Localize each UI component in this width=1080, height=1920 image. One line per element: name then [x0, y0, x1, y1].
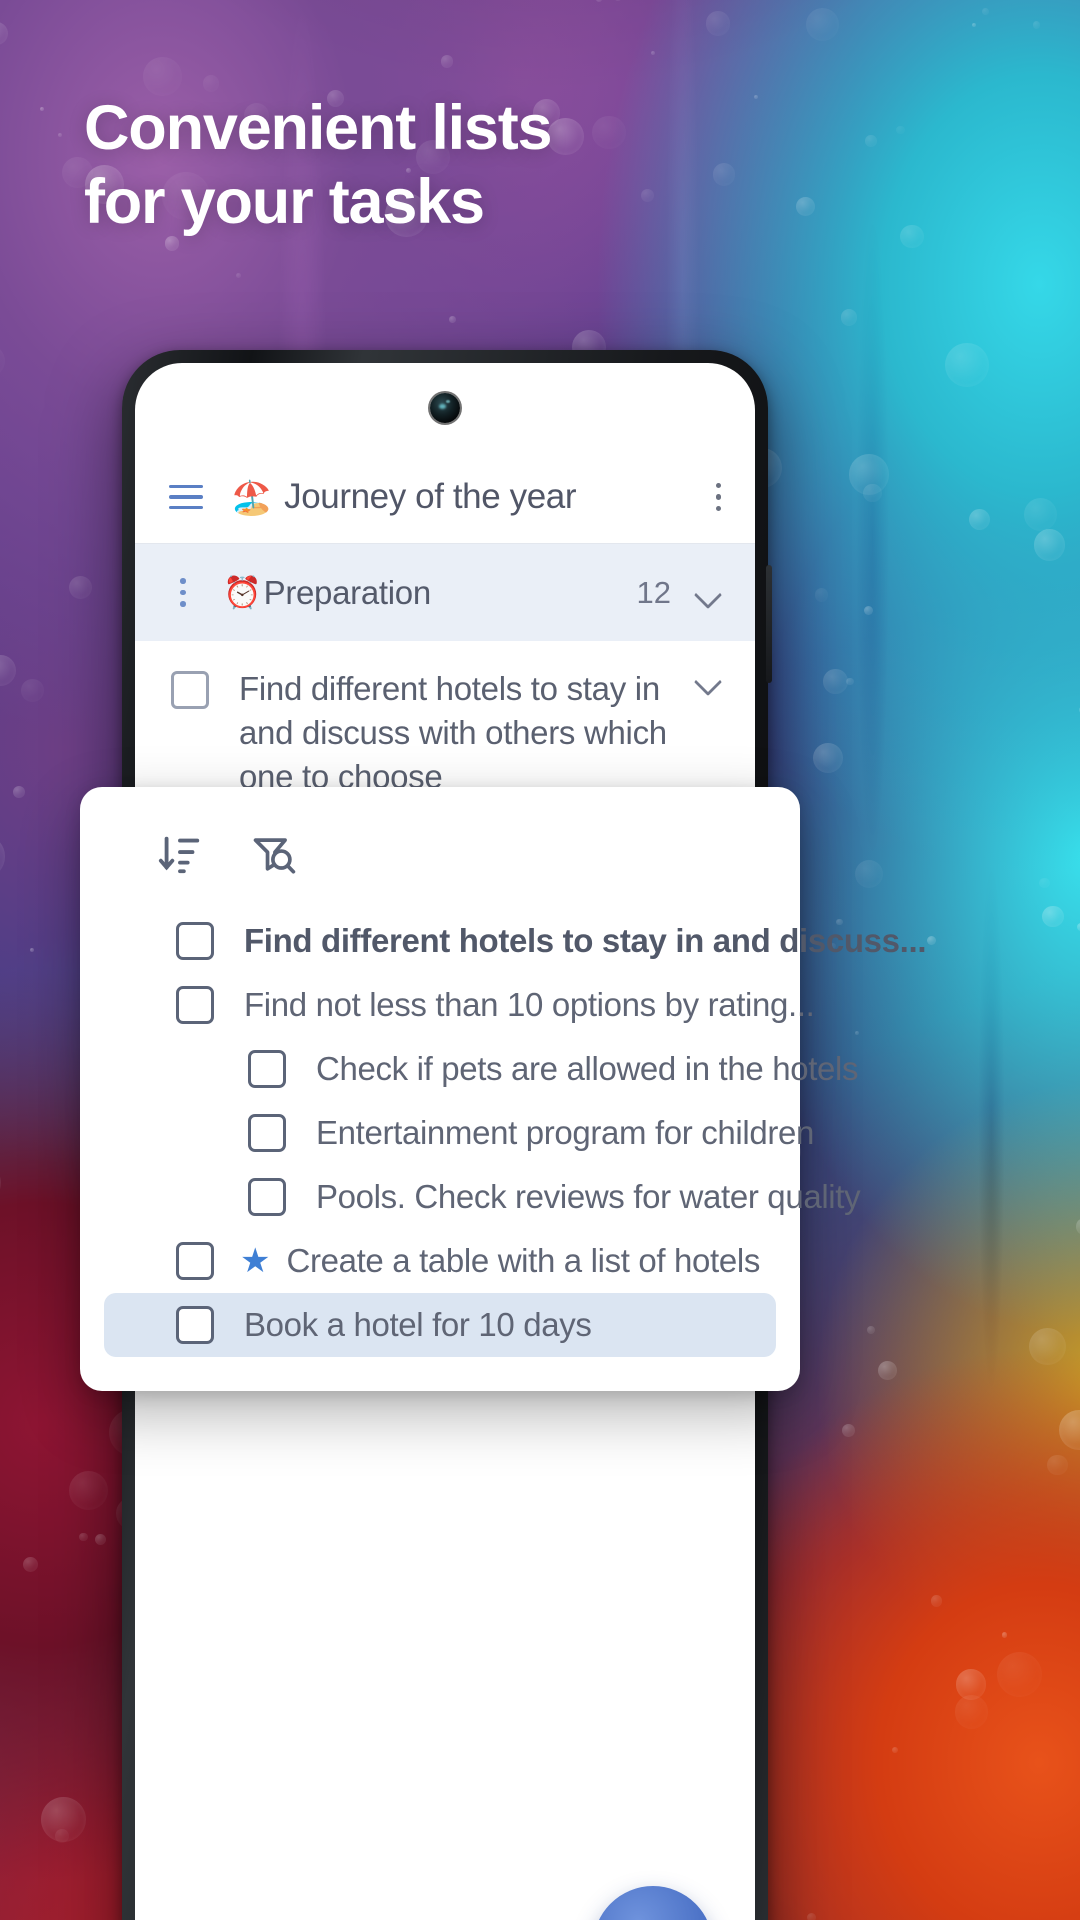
phone-side-button: [766, 565, 772, 683]
overlay-item-checkbox[interactable]: [176, 922, 214, 960]
overlay-item-label: Book a hotel for 10 days: [244, 1306, 592, 1343]
overlay-list-item[interactable]: Find different hotels to stay in and dis…: [104, 909, 927, 973]
overlay-list-item[interactable]: Book a hotel for 10 days: [104, 1293, 776, 1357]
beach-umbrella-icon: 🏖️: [231, 478, 273, 516]
overlay-item-checkbox[interactable]: [248, 1114, 286, 1152]
overlay-item-checkbox[interactable]: [248, 1050, 286, 1088]
app-title: Journey of the year: [284, 477, 577, 516]
sort-descending-icon[interactable]: [154, 828, 206, 880]
section-title: Preparation: [263, 573, 432, 611]
front-camera: [430, 393, 460, 423]
overlay-item-checkbox[interactable]: [248, 1178, 286, 1216]
kebab-menu-icon[interactable]: [715, 482, 721, 512]
overlay-item-checkbox[interactable]: [176, 1242, 214, 1280]
page-title: Convenient lists for your tasks: [84, 92, 553, 239]
add-task-fab[interactable]: [593, 1886, 713, 1920]
filter-search-icon[interactable]: [248, 828, 300, 880]
chevron-down-icon[interactable]: [695, 580, 721, 606]
section-count: 12: [636, 574, 671, 610]
task-detail-overlay-card: Find different hotels to stay in and dis…: [80, 787, 927, 1391]
headline-line-2: for your tasks: [84, 166, 485, 237]
overlay-item-label: Find not less than 10 options by rating.…: [244, 986, 815, 1023]
alarm-clock-icon: ⏰: [223, 575, 262, 610]
task-checkbox[interactable]: [171, 671, 209, 709]
task-expand-button[interactable]: [677, 667, 721, 800]
task-label: Find different hotels to stay in and dis…: [239, 670, 667, 796]
overlay-checklist: Find different hotels to stay in and dis…: [80, 909, 927, 1357]
overlay-item-label: Create a table with a list of hotels: [286, 1242, 760, 1279]
overlay-item-label: Check if pets are allowed in the hotels: [316, 1050, 859, 1087]
drag-handle-icon[interactable]: [169, 578, 197, 607]
overlay-item-checkbox[interactable]: [176, 1306, 214, 1344]
overlay-item-checkbox[interactable]: [176, 986, 214, 1024]
star-icon: ★: [240, 1242, 271, 1280]
overlay-item-label: Find different hotels to stay in and dis…: [244, 922, 927, 959]
chevron-down-icon: [695, 667, 721, 693]
overlay-list-item[interactable]: Find not less than 10 options by rating.…: [104, 973, 815, 1037]
section-header-preparation[interactable]: ⏰ Preparation 12: [135, 543, 755, 641]
overlay-item-label: Entertainment program for children: [316, 1114, 815, 1151]
overlay-list-item[interactable]: Pools. Check reviews for water quality: [104, 1165, 861, 1229]
app-header: 🏖️ Journey of the year: [135, 451, 755, 543]
overlay-list-item[interactable]: Check if pets are allowed in the hotels: [104, 1037, 859, 1101]
overlay-list-item[interactable]: ★ Create a table with a list of hotels: [104, 1229, 776, 1293]
hamburger-menu-icon[interactable]: [169, 484, 203, 510]
headline-line-1: Convenient lists: [84, 93, 553, 163]
overlay-toolbar: [80, 823, 800, 885]
overlay-item-label: Pools. Check reviews for water quality: [316, 1178, 861, 1215]
overlay-list-item[interactable]: Entertainment program for children: [104, 1101, 814, 1165]
